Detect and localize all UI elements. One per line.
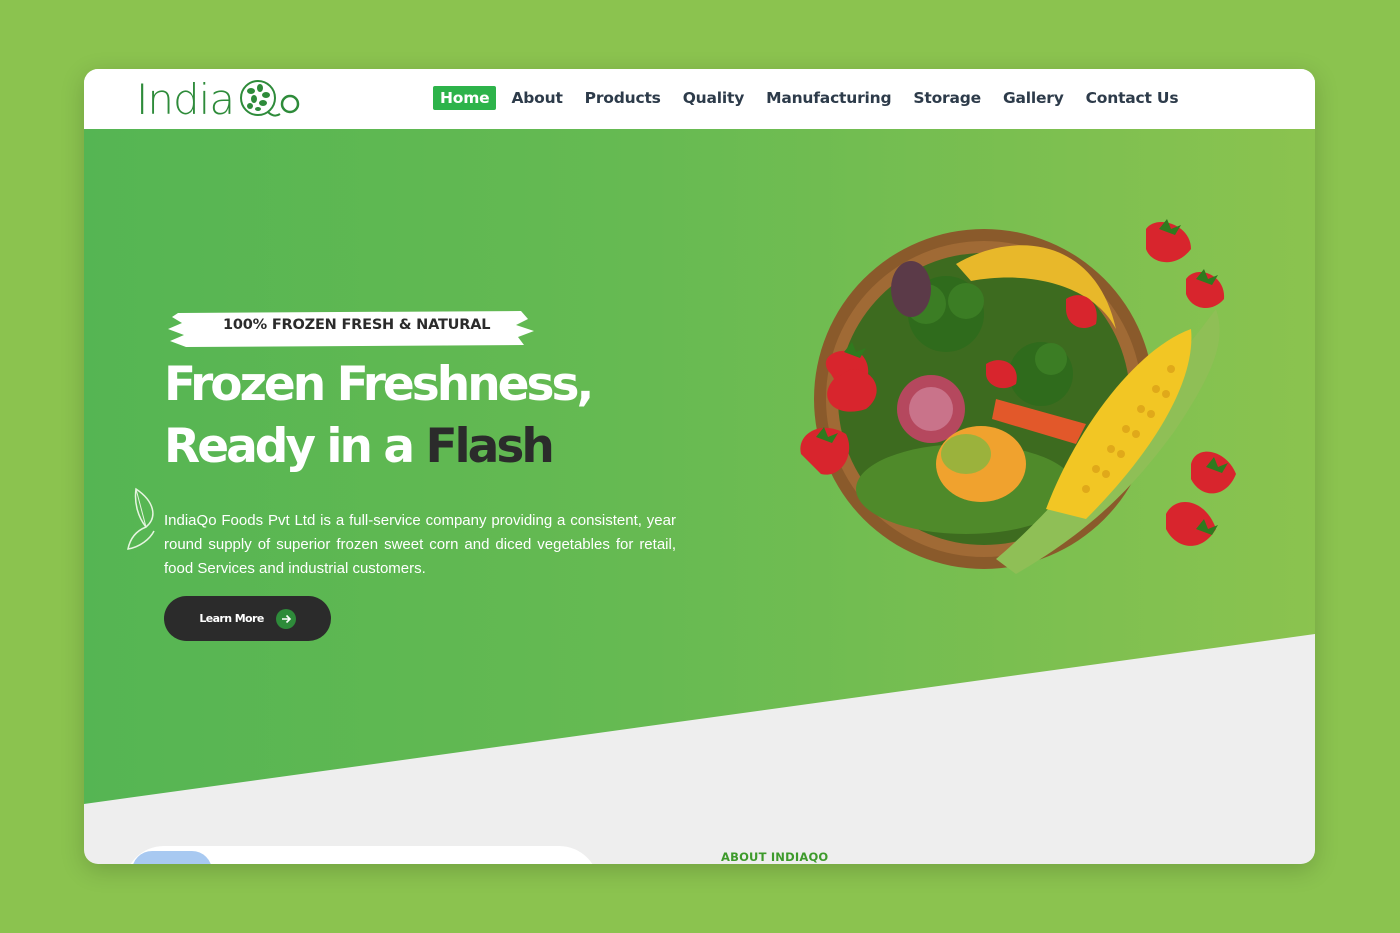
main-nav: Home About Products Quality Manufacturin… — [433, 86, 1193, 110]
brand-logo[interactable]: India — [136, 74, 302, 124]
learn-more-label: Learn More — [199, 612, 264, 625]
hero-headline: Frozen Freshness, Ready in a Flash — [164, 354, 594, 478]
header-navbar: India Home About Products Quality Manufa… — [84, 69, 1315, 129]
headline-line-2: Ready in a Flash — [164, 416, 591, 478]
leaf-outline-icon — [126, 487, 160, 556]
headline-accent: Flash — [425, 419, 554, 474]
nav-quality[interactable]: Quality — [676, 86, 751, 110]
arrow-right-icon — [275, 608, 296, 629]
nav-products[interactable]: Products — [578, 86, 668, 110]
basket-of-vegetables-image — [796, 209, 1266, 594]
about-section-label: ABOUT INDIAQO — [721, 850, 829, 864]
about-image-thumb — [132, 851, 212, 864]
hero-badge: 100% FROZEN FRESH & NATURAL — [166, 307, 536, 347]
nav-storage[interactable]: Storage — [906, 86, 988, 110]
browser-frame: India Home About Products Quality Manufa… — [84, 69, 1315, 864]
logo-text: India — [136, 74, 235, 124]
learn-more-button[interactable]: Learn More — [164, 596, 331, 641]
hero-description: IndiaQo Foods Pvt Ltd is a full-service … — [164, 512, 676, 577]
logo-seed-icon — [236, 76, 302, 122]
hero-badge-text: 100% FROZEN FRESH & NATURAL — [223, 317, 491, 333]
headline-line-1: Frozen Freshness, — [164, 357, 594, 412]
nav-home[interactable]: Home — [433, 86, 497, 110]
nav-manufacturing[interactable]: Manufacturing — [759, 86, 898, 110]
nav-about[interactable]: About — [504, 86, 569, 110]
nav-gallery[interactable]: Gallery — [996, 86, 1071, 110]
nav-contact-us[interactable]: Contact Us — [1079, 86, 1186, 110]
headline-light: Ready in a — [164, 419, 415, 474]
